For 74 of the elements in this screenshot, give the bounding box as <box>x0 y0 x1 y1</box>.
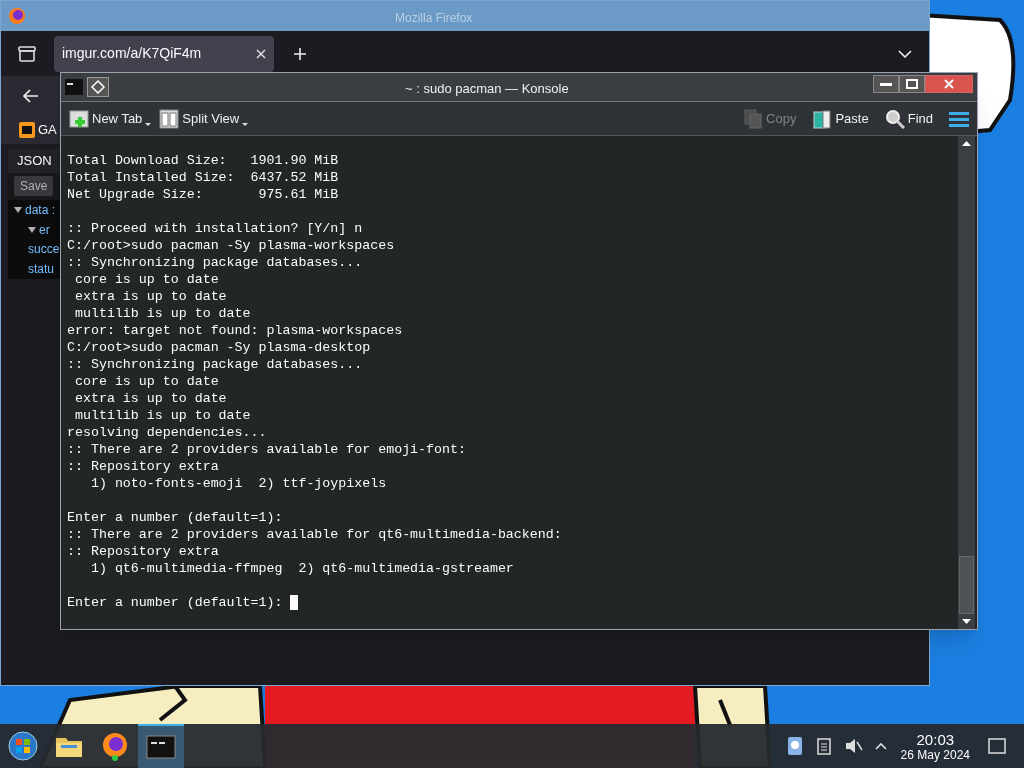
terminal-line: resolving dependencies... <box>67 424 267 441</box>
terminal-line: multilib is up to date <box>73 407 251 424</box>
search-icon <box>884 108 905 129</box>
menu-icon[interactable] <box>949 110 969 127</box>
close-icon <box>944 79 954 89</box>
terminal-line: core is up to date <box>73 271 219 288</box>
terminal-line: :: Synchronizing package databases... <box>67 254 363 271</box>
tree-item[interactable]: succe <box>28 240 60 259</box>
clipboard-icon[interactable] <box>816 737 831 755</box>
maximize-icon <box>906 79 918 89</box>
terminal-line: Enter a number (default=1): <box>67 509 283 526</box>
scrollbar-thumb[interactable] <box>959 556 974 614</box>
terminal-line: :: There are 2 providers available for emoji-font: <box>67 441 466 458</box>
caret-icon <box>242 122 249 126</box>
start-orb-icon <box>8 731 38 761</box>
copy-icon <box>743 108 764 129</box>
toolbar-button[interactable]: Split View <box>159 108 249 129</box>
terminal-line: 1) noto-fonts-emoji 2) ttf-joypixels <box>89 475 387 492</box>
tab-list-icon[interactable] <box>18 45 36 62</box>
caret-icon <box>145 122 152 126</box>
terminal-line: extra is up to date <box>73 288 227 305</box>
terminal-line: core is up to date <box>73 373 219 390</box>
firefox-icon <box>7 6 27 26</box>
terminal-line: :: Synchronizing package databases... <box>67 356 363 373</box>
terminal-line: :: Repository extra <box>67 458 219 475</box>
minimize-button[interactable] <box>873 75 899 93</box>
terminal-line: Net Upgrade Size: 975.61 MiB <box>67 186 339 203</box>
firefox-icon <box>100 731 130 761</box>
terminal-line: Total Download Size: 1901.90 MiB <box>67 152 339 169</box>
terminal-line: C:/root>sudo pacman -Sy plasma-desktop <box>67 339 371 356</box>
terminal-line: 1) qt6-multimedia-ffmpeg 2) qt6-multimedia-gstreamer <box>89 560 514 577</box>
bookmark-icon <box>19 122 35 138</box>
terminal-line: Enter a number (default=1): <box>67 594 284 611</box>
terminal-icon <box>65 79 83 95</box>
terminal-line: Total Installed Size: 6437.52 MiB <box>67 169 339 186</box>
terminal-line: :: Repository extra <box>67 543 219 560</box>
maximize-button[interactable] <box>899 75 925 93</box>
window-title: Mozilla Firefox <box>395 10 473 27</box>
chevron-up-icon[interactable] <box>874 742 887 750</box>
taskbar-button[interactable] <box>138 724 184 768</box>
show-desktop-icon[interactable] <box>988 738 1006 754</box>
text-cursor <box>290 595 299 610</box>
clock[interactable]: 20:03 26 May 2024 <box>900 730 970 762</box>
json-tab[interactable]: JSON <box>8 149 60 173</box>
save-button[interactable]: Save <box>14 176 54 197</box>
minimize-icon <box>880 82 892 86</box>
back-arrow-icon[interactable] <box>23 89 39 103</box>
terminal-icon <box>146 732 176 762</box>
tree-item[interactable]: statu <box>28 260 54 279</box>
terminal-line: multilib is up to date <box>73 305 251 322</box>
window-title: ~ : sudo pacman — Konsole <box>405 80 569 98</box>
tree-item[interactable]: er <box>39 220 50 239</box>
toolbar-button[interactable]: Find <box>884 108 933 129</box>
terminal-line: error: target not found: plasma-workspaces <box>67 322 403 339</box>
terminal-line: :: Proceed with installation? [Y/n] n <box>67 220 363 237</box>
bookmark-item[interactable]: GA <box>19 120 57 140</box>
browser-tab[interactable]: imgur.com/a/K7QiF4m <box>54 35 274 72</box>
paste-icon <box>812 108 833 129</box>
expand-arrow-icon[interactable] <box>28 226 36 233</box>
volume-muted-icon[interactable] <box>844 738 863 754</box>
terminal-line: extra is up to date <box>73 390 227 407</box>
toolbar-button[interactable]: New Tab <box>69 108 152 129</box>
new-tab-icon[interactable] <box>293 46 307 61</box>
expand-arrow-icon[interactable] <box>14 207 22 214</box>
keep-above-icon[interactable] <box>87 77 109 97</box>
close-button[interactable] <box>925 75 973 93</box>
chevron-down-icon[interactable] <box>898 49 912 58</box>
close-icon[interactable] <box>256 48 266 59</box>
terminal-line: :: There are 2 providers available for qt6-multimedia-backend: <box>67 526 562 543</box>
toolbar-button[interactable]: Paste <box>812 108 869 129</box>
new-tab-icon <box>69 108 89 129</box>
tree-item[interactable]: data : <box>25 201 56 220</box>
terminal-line: C:/root>sudo pacman -Sy plasma-workspaces <box>67 237 395 254</box>
split-view-icon <box>159 108 180 129</box>
